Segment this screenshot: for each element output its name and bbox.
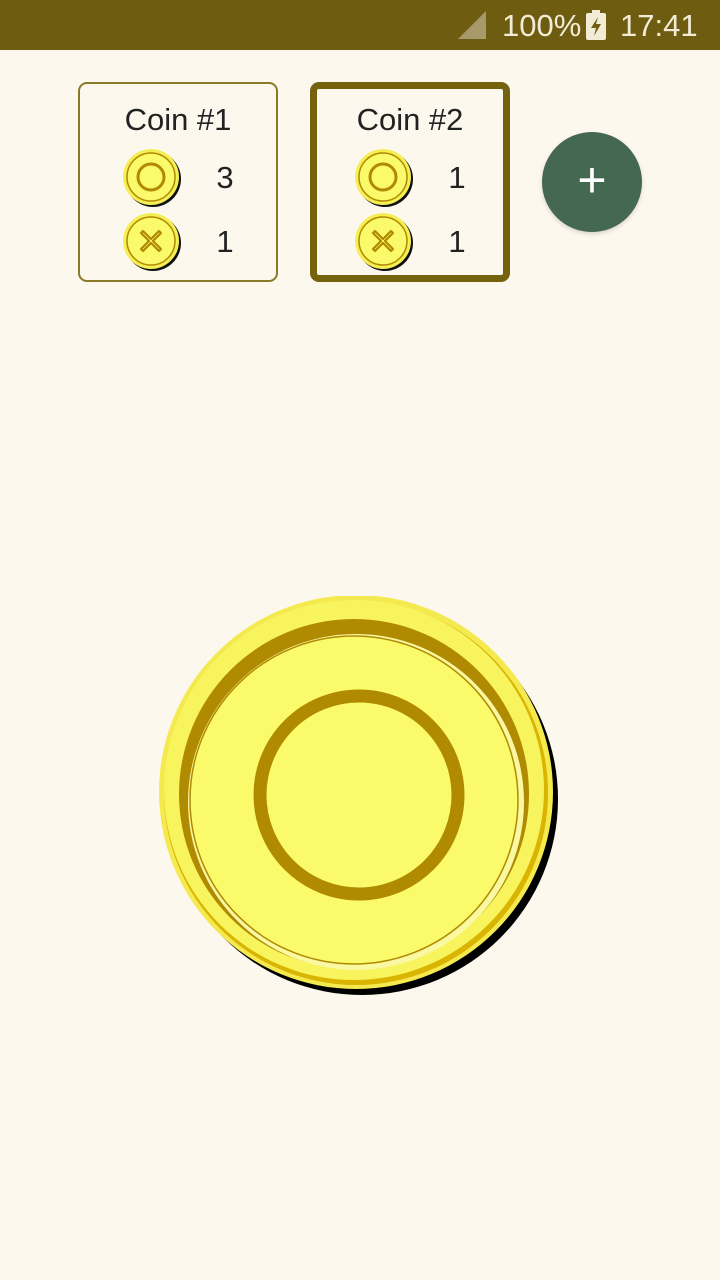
- tails-coin-icon: [123, 213, 181, 271]
- heads-coin-icon: [123, 149, 181, 207]
- coin-card-1[interactable]: Coin #1 3 1: [78, 82, 278, 282]
- tails-coin-icon: [355, 213, 413, 271]
- battery-charging-icon: [586, 10, 606, 40]
- add-coin-button[interactable]: +: [542, 132, 642, 232]
- flip-coin-button[interactable]: [158, 596, 562, 1000]
- heads-count: 3: [216, 160, 234, 195]
- tails-count: 1: [448, 224, 466, 259]
- coin-card-title: Coin #1: [124, 102, 232, 137]
- clock: 17:41: [620, 8, 698, 43]
- heads-count: 1: [448, 160, 466, 195]
- heads-coin-icon: [355, 149, 413, 207]
- status-bar: 100% 17:41: [0, 0, 720, 50]
- coin-card-title: Coin #2: [356, 102, 464, 137]
- coin-card-2[interactable]: Coin #2 1 1: [310, 82, 510, 282]
- battery-percentage: 100%: [502, 8, 582, 43]
- tails-count: 1: [216, 224, 234, 259]
- signal-icon: [458, 11, 486, 39]
